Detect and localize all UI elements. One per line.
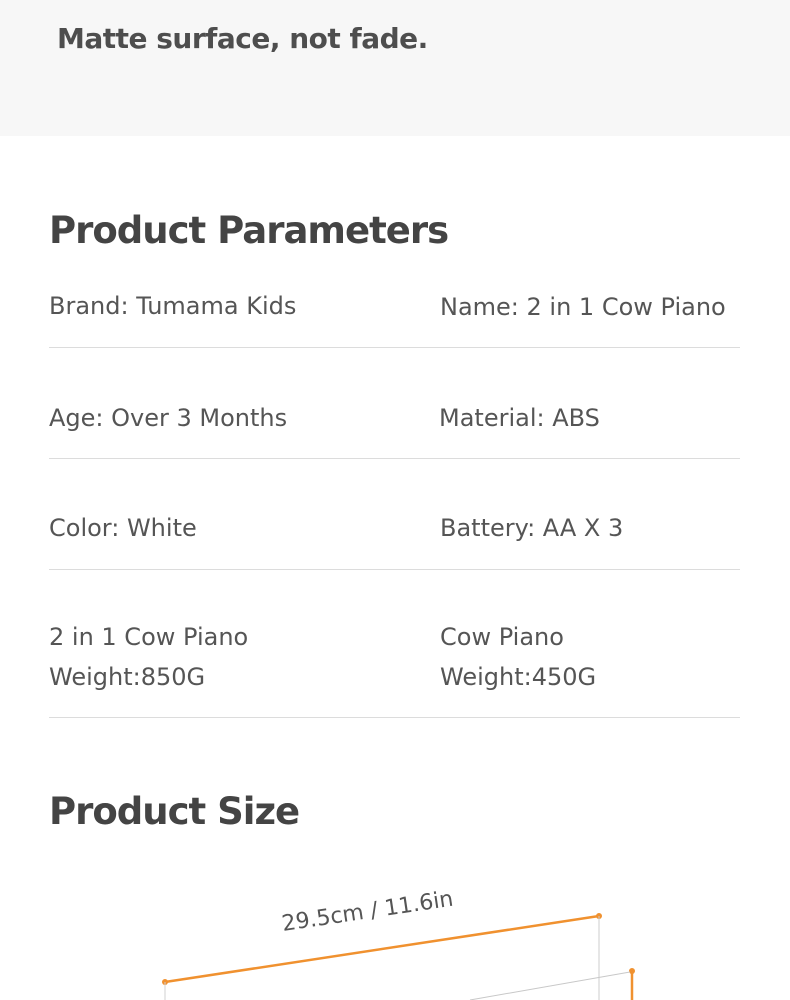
- dimension-endpoint: [629, 968, 635, 974]
- param-weight-2in1-product: 2 in 1 Cow Piano: [49, 623, 249, 651]
- divider: [49, 458, 740, 459]
- product-parameters-title: Product Parameters: [49, 209, 449, 252]
- param-material: Material: ABS: [439, 404, 600, 432]
- size-diagram: 29.5cm / 11.6in: [162, 887, 635, 1000]
- param-battery: Battery: AA X 3: [440, 514, 624, 542]
- param-weight-2in1: 2 in 1 Cow Piano Weight:850G: [49, 617, 248, 697]
- param-age: Age: Over 3 Months: [49, 404, 288, 432]
- product-size-title: Product Size: [49, 790, 300, 833]
- width-dimension-label: 29.5cm / 11.6in: [280, 887, 455, 937]
- param-weight-cow-value: Weight:450G: [440, 663, 597, 691]
- width-dimension-line: [164, 914, 600, 984]
- top-banner: Matte surface, not fade.: [0, 0, 790, 136]
- param-brand: Brand: Tumama Kids: [49, 292, 297, 320]
- guide-line: [469, 971, 631, 1000]
- param-weight-cow-product: Cow Piano: [440, 623, 564, 651]
- param-weight-cow: Cow Piano Weight:450G: [440, 617, 596, 697]
- banner-tagline: Matte surface, not fade.: [57, 22, 428, 55]
- divider: [49, 569, 740, 570]
- param-name: Name: 2 in 1 Cow Piano: [440, 293, 726, 321]
- divider: [49, 347, 740, 348]
- param-weight-2in1-value: Weight:850G: [49, 663, 206, 691]
- param-color: Color: White: [49, 514, 197, 542]
- divider: [49, 717, 740, 718]
